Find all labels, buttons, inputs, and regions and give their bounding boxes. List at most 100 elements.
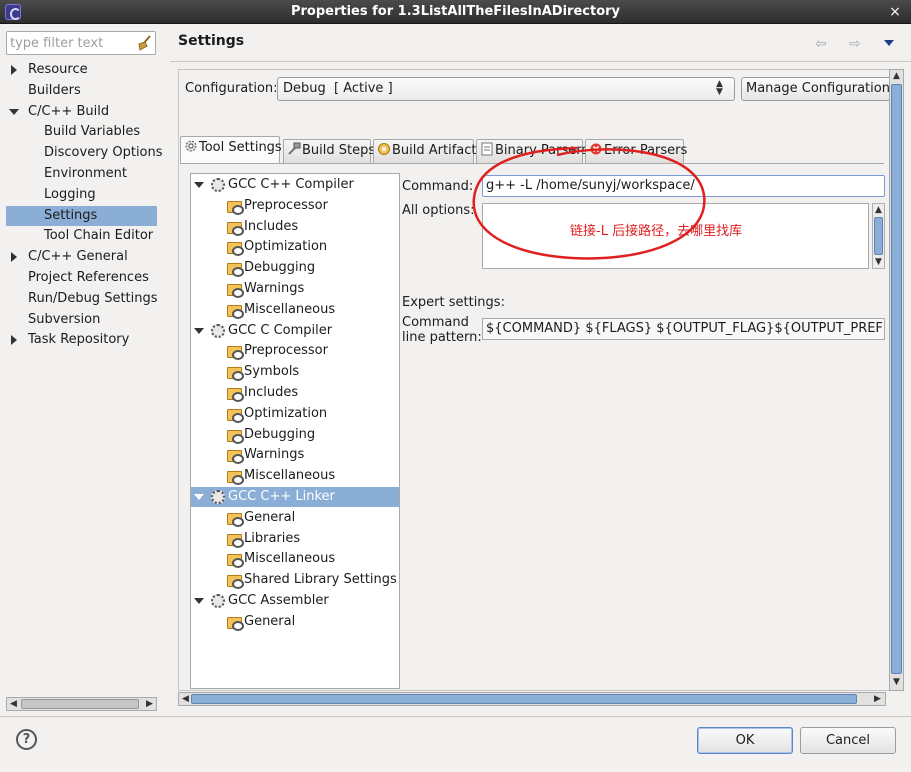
nav-item[interactable]: Tool Chain Editor <box>6 226 157 246</box>
nav-item[interactable]: C/C++ Build <box>6 102 157 122</box>
nav-item[interactable]: Logging <box>6 185 157 205</box>
nav-item-label: Run/Debug Settings <box>28 290 158 306</box>
tree-tool-node[interactable]: GCC Assembler <box>191 591 399 611</box>
scroll-thumb[interactable] <box>874 217 883 255</box>
clear-filter-icon[interactable] <box>136 35 152 51</box>
tree-category-node[interactable]: Libraries <box>191 529 399 549</box>
tree-tool-node[interactable]: GCC C++ Compiler <box>191 175 399 195</box>
nav-item[interactable]: Project References <box>6 268 157 288</box>
option-category-icon <box>226 470 244 486</box>
nav-item[interactable]: C/C++ General <box>6 247 157 267</box>
tree-category-node[interactable]: Miscellaneous <box>191 300 399 320</box>
nav-item[interactable]: Subversion <box>6 310 157 330</box>
tree-category-node[interactable]: Includes <box>191 383 399 403</box>
ok-button[interactable]: OK <box>697 727 793 754</box>
expanded-arrow-icon[interactable] <box>9 108 19 115</box>
expanded-arrow-icon[interactable] <box>194 327 204 334</box>
all-options-scrollbar[interactable]: ▲ ▼ <box>872 203 885 269</box>
tree-node-label: Preprocessor <box>244 197 328 213</box>
scroll-down-icon[interactable]: ▼ <box>873 256 884 268</box>
tab-build-steps[interactable]: Build Steps <box>283 139 375 163</box>
nav-item[interactable]: Resource <box>6 60 157 80</box>
tree-node-label: GCC C Compiler <box>228 322 333 338</box>
option-category-icon <box>226 304 244 319</box>
help-icon[interactable]: ? <box>16 729 37 750</box>
tree-category-node[interactable]: Shared Library Settings <box>191 570 399 590</box>
nav-item[interactable]: Build Variables <box>6 122 157 142</box>
tree-category-node[interactable]: Symbols <box>191 362 399 382</box>
expanded-arrow-icon[interactable] <box>194 182 204 188</box>
configuration-select[interactable]: Debug [ Active ] ▲ ▼ <box>277 77 735 101</box>
tree-category-node[interactable]: Preprocessor <box>191 196 399 216</box>
tree-node-label: GCC C++ Linker <box>228 489 335 504</box>
expanded-arrow-icon[interactable] <box>194 494 204 500</box>
nav-item-label: C/C++ General <box>28 249 128 265</box>
tree-node-label: Includes <box>244 218 299 234</box>
tree-category-node[interactable]: Optimization <box>191 404 399 424</box>
tree-category-node[interactable]: Includes <box>191 217 399 237</box>
tree-node-label: Symbols <box>244 364 300 380</box>
nav-item[interactable]: Builders <box>6 81 157 101</box>
collapsed-arrow-icon[interactable] <box>11 252 17 263</box>
left-horizontal-scrollbar[interactable]: ◀ ▶ <box>6 697 157 711</box>
tab-label: Build Steps <box>302 143 376 158</box>
collapsed-arrow-icon[interactable] <box>11 65 17 75</box>
tree-category-node[interactable]: Preprocessor <box>191 341 399 361</box>
scroll-left-icon[interactable]: ◀ <box>7 698 20 710</box>
close-window-button[interactable]: × <box>887 4 903 20</box>
nav-item-label: Task Repository <box>28 332 130 348</box>
nav-item-label: Settings <box>44 207 98 223</box>
forward-arrow-icon[interactable]: ⇨ <box>849 36 861 52</box>
scroll-thumb[interactable] <box>191 694 857 704</box>
nav-item[interactable]: Task Repository <box>6 330 157 350</box>
tree-category-node[interactable]: General <box>191 508 399 528</box>
view-menu-icon[interactable] <box>884 40 894 46</box>
content-vertical-scrollbar[interactable]: ▲ ▼ <box>889 69 904 691</box>
scroll-thumb[interactable] <box>891 84 902 674</box>
tree-category-node[interactable]: Optimization <box>191 237 399 257</box>
tree-tool-node[interactable]: GCC C++ Linker <box>191 487 399 507</box>
cancel-button[interactable]: Cancel <box>800 727 896 754</box>
tree-category-node[interactable]: Warnings <box>191 279 399 299</box>
expanded-arrow-icon[interactable] <box>194 598 204 604</box>
nav-item[interactable]: Environment <box>6 164 157 184</box>
tab-build-artifact[interactable]: Build Artifact <box>373 139 477 163</box>
scroll-up-icon[interactable]: ▲ <box>873 204 884 216</box>
option-category-icon <box>226 387 244 402</box>
back-arrow-icon[interactable]: ⇦ <box>815 36 827 52</box>
tree-node-label: GCC Assembler <box>228 593 329 608</box>
scroll-up-icon[interactable]: ▲ <box>890 70 903 82</box>
nav-item[interactable]: Run/Debug Settings <box>6 289 158 309</box>
tree-category-node[interactable]: Debugging <box>191 258 399 278</box>
tool-gear-icon <box>211 490 225 504</box>
content-horizontal-scrollbar[interactable]: ◀ ▶ <box>178 692 886 706</box>
scroll-right-icon[interactable]: ▶ <box>143 698 156 710</box>
tree-category-node[interactable]: Miscellaneous <box>191 466 399 486</box>
tree-category-node[interactable]: General <box>191 612 399 632</box>
option-category-icon <box>226 449 244 465</box>
tab-tool-settings[interactable]: Tool Settings <box>180 136 282 163</box>
nav-item-label: C/C++ Build <box>28 103 110 119</box>
nav-item[interactable]: Settings <box>6 205 157 226</box>
option-category-icon <box>226 533 244 548</box>
updown-arrows-icon: ▲ ▼ <box>716 79 723 97</box>
tree-category-node[interactable]: Debugging <box>191 425 399 445</box>
scroll-thumb[interactable] <box>21 699 139 709</box>
collapsed-arrow-icon[interactable] <box>11 335 17 346</box>
command-line-pattern-input[interactable]: ${COMMAND} ${FLAGS} ${OUTPUT_FLAG}${OUTP… <box>482 318 885 340</box>
option-category-icon <box>226 512 244 527</box>
tree-tool-node[interactable]: GCC C Compiler <box>191 321 399 341</box>
option-category-icon <box>226 553 244 569</box>
manage-configurations-button[interactable]: Manage Configurations... <box>741 77 891 101</box>
divider <box>0 716 911 717</box>
nav-item[interactable]: Discovery Options <box>6 143 163 163</box>
filter-input[interactable] <box>10 35 130 51</box>
scroll-right-icon[interactable]: ▶ <box>871 693 884 705</box>
tool-gear-icon <box>211 178 225 192</box>
option-category-icon <box>226 616 244 631</box>
option-category-icon <box>226 429 244 444</box>
tree-category-node[interactable]: Warnings <box>191 445 399 465</box>
configuration-value: Debug [ Active ] <box>283 81 393 96</box>
tree-category-node[interactable]: Miscellaneous <box>191 549 399 569</box>
scroll-down-icon[interactable]: ▼ <box>890 676 903 688</box>
